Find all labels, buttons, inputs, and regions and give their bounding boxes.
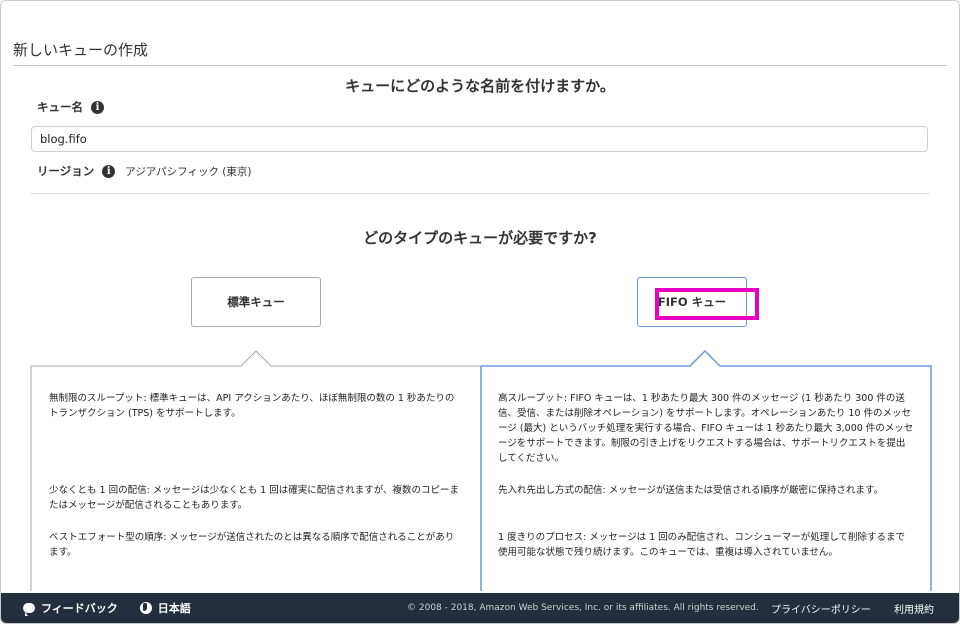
region-value: アジアパシフィック (東京) — [125, 165, 252, 178]
queue-type-question: どのタイプのキューが必要ですか? — [363, 229, 597, 247]
fifo-desc-process: 1 度きりのプロセス: メッセージは 1 回のみ配信され、コンシューマーが処理し… — [498, 532, 905, 558]
standard-desc-delivery: 少なくとも 1 回の配信: メッセージは少なくとも 1 回は確実に配信されますが… — [49, 485, 460, 511]
language-label: 日本語 — [157, 602, 191, 615]
region-label: リージョン — [37, 164, 95, 178]
standard-desc-ordering: ベストエフォート型の順序: メッセージが送信されたのとは異なる順序で配信されるこ… — [49, 532, 455, 558]
language-selector[interactable]: 日本語 — [139, 600, 191, 616]
fifo-desc-throughput: 高スループット: FIFO キューは、1 秒あたり最大 300 件のメッセージ … — [498, 393, 914, 464]
standard-panel-border — [31, 350, 481, 367]
copyright-text: © 2008 - 2018, Amazon Web Services, Inc.… — [407, 603, 759, 613]
title-divider — [13, 65, 947, 66]
queue-name-question: キューにどのような名前を付けますか。 — [345, 77, 615, 95]
footer-bar: フィードバック 日本語 © 2008 - 2018, Amazon Web Se… — [1, 593, 959, 623]
queue-name-input[interactable] — [31, 126, 928, 152]
standard-queue-button[interactable]: 標準キュー — [191, 277, 321, 327]
terms-link[interactable]: 利用規約 — [894, 601, 934, 616]
queue-name-label-row: キュー名 i — [37, 99, 104, 115]
privacy-policy-link[interactable]: プライバシーポリシー — [771, 601, 871, 616]
info-icon[interactable]: i — [102, 164, 116, 178]
section-divider — [31, 193, 929, 194]
globe-icon — [139, 602, 152, 614]
info-icon[interactable]: i — [91, 100, 104, 114]
feedback-label: フィードバック — [41, 602, 118, 615]
speech-bubble-icon — [23, 603, 35, 616]
region-row: リージョン i アジアパシフィック (東京) — [37, 163, 251, 179]
window-frame: 新しいキューの作成 キューにどのような名前を付けますか。 キュー名 i リージョ… — [0, 0, 960, 624]
feedback-link[interactable]: フィードバック — [23, 600, 118, 616]
queue-name-label: キュー名 — [37, 100, 83, 114]
fifo-queue-button[interactable]: FIFO キュー — [637, 277, 747, 327]
page-title: 新しいキューの作成 — [13, 41, 149, 59]
fifo-desc-delivery: 先入れ先出し方式の配信: メッセージが送信または受信される順序が厳密に保持されま… — [498, 485, 884, 496]
standard-desc-throughput: 無制限のスループット: 標準キューは、API アクションあたり、ほぼ無制限の数の… — [49, 393, 455, 419]
